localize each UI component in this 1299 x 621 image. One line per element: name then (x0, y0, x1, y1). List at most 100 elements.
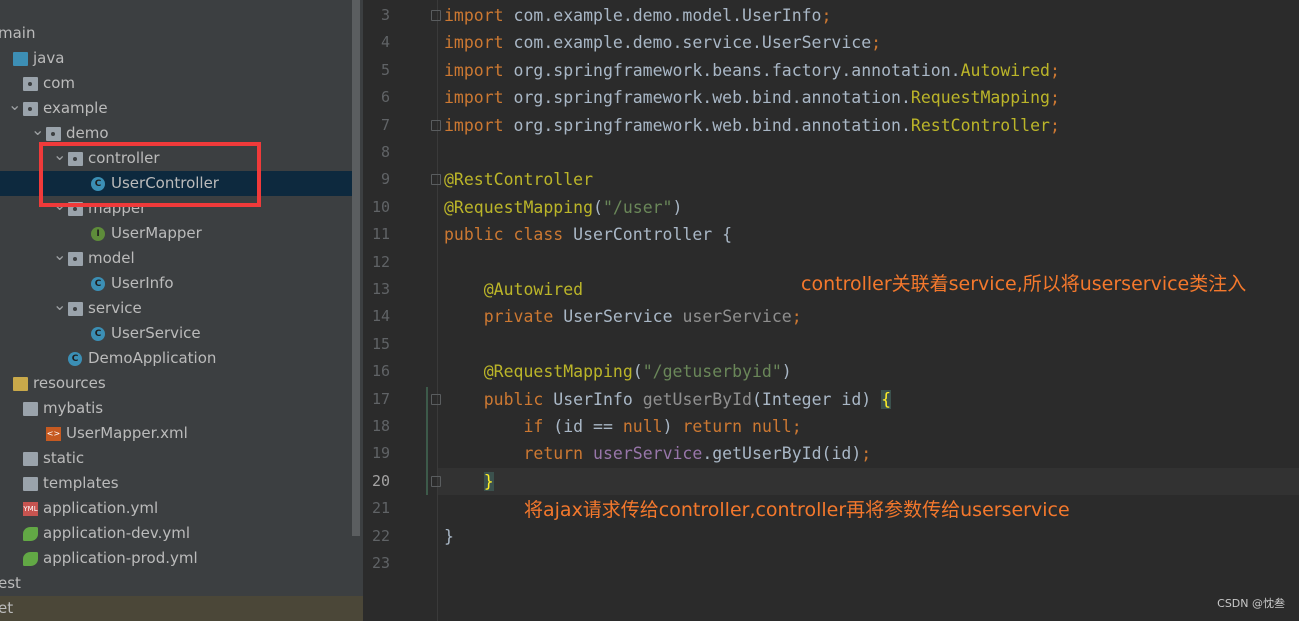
project-tree-scrollbar[interactable] (352, 0, 360, 536)
line-number: 23 (371, 554, 390, 572)
code-line[interactable]: @RequestMapping("/getuserbyid") (444, 358, 792, 385)
code-token: import (444, 115, 514, 135)
code-line[interactable]: @Autowired (444, 276, 583, 303)
tree-item-application-dev-yml[interactable]: application-dev.yml (0, 521, 352, 546)
code-line[interactable]: private UserService userService; (444, 303, 802, 330)
code-line[interactable]: import org.springframework.beans.factory… (444, 57, 1060, 84)
tree-item-et[interactable]: et (0, 596, 363, 621)
gutter-divider (437, 0, 438, 621)
code-token: @Autowired (483, 280, 584, 299)
chevron-down-icon[interactable]: ⌄ (53, 242, 66, 267)
annotation-note-ajax: 将ajax请求传给controller,controller再将参数传给user… (524, 499, 1070, 521)
spring-class-icon: C (68, 352, 82, 366)
line-number: 13 (371, 280, 390, 298)
code-token: import (444, 88, 514, 108)
code-token: com.example.demo.service.UserService (513, 33, 872, 53)
line-number: 7 (380, 115, 390, 134)
chevron-down-icon[interactable]: ⌄ (53, 292, 66, 317)
code-token: Autowired (960, 60, 1050, 80)
tree-item-demoapplication[interactable]: C DemoApplication (0, 346, 352, 371)
tree-item-label: service (88, 299, 142, 317)
tree-item-label: resources (33, 374, 106, 392)
tree-item-application-prod-yml[interactable]: application-prod.yml (0, 546, 352, 571)
tree-item-resources[interactable]: resources (0, 371, 352, 396)
code-line[interactable]: public class UserController { (444, 221, 732, 248)
project-tree-panel: main java com ⌄ example ⌄ demo ⌄ controller C User… (0, 0, 363, 621)
code-token: "/user" (602, 197, 673, 217)
package-icon (68, 302, 83, 316)
line-number: 22 (371, 526, 390, 545)
code-line[interactable]: import com.example.demo.model.UserInfo; (444, 2, 831, 29)
vcs-change-marker (426, 387, 428, 495)
tree-item-label: est (0, 574, 21, 592)
code-token: ( (593, 197, 603, 217)
resources-folder-icon (13, 377, 28, 391)
code-token: @RequestMapping (483, 362, 633, 382)
tree-item-service[interactable]: ⌄ service (0, 295, 352, 321)
fold-marker-icon[interactable] (431, 475, 441, 487)
interface-icon: I (91, 227, 105, 241)
code-line[interactable]: } (444, 523, 454, 550)
tree-item-label: application.yml (43, 499, 159, 517)
fold-marker-icon[interactable] (431, 10, 441, 21)
code-line[interactable]: import org.springframework.web.bind.anno… (444, 112, 1060, 139)
watermark: CSDN @忱叁 (1217, 597, 1285, 610)
package-icon (46, 127, 61, 141)
code-line[interactable]: } (444, 468, 494, 495)
tree-item-label: java (33, 49, 65, 67)
code-line[interactable]: import org.springframework.web.bind.anno… (444, 84, 1060, 111)
tree-item-com[interactable]: com (0, 71, 352, 96)
line-number: 9 (380, 170, 390, 189)
tree-item-example[interactable]: ⌄ example (0, 95, 352, 121)
code-token: ) (672, 197, 683, 217)
code-token: import (444, 60, 514, 80)
code-token: "/getuserbyid" (642, 362, 782, 382)
tree-item-static[interactable]: static (0, 446, 352, 471)
package-icon (23, 77, 38, 91)
package-icon (23, 102, 38, 116)
line-number: 10 (371, 197, 390, 216)
tree-item-usermapper-xml[interactable]: <> UserMapper.xml (0, 421, 352, 446)
fold-marker-icon[interactable] (431, 119, 441, 131)
code-token: ( (632, 362, 643, 382)
line-number: 19 (371, 444, 390, 463)
yml-icon: YML (23, 502, 38, 516)
tree-item-java[interactable]: java (0, 46, 352, 71)
tree-item-label: UserMapper.xml (66, 424, 188, 442)
tree-item-userservice[interactable]: C UserService (0, 321, 352, 346)
tree-item-label: com (43, 74, 76, 92)
code-token: org.springframework.beans.factory.annota… (513, 60, 961, 80)
chevron-down-icon[interactable]: ⌄ (8, 92, 21, 117)
code-line[interactable]: public UserInfo getUserById(Integer id) … (444, 386, 892, 413)
chevron-down-icon[interactable]: ⌄ (31, 117, 44, 142)
fold-marker-icon[interactable] (431, 393, 441, 405)
code-token: ; (861, 444, 872, 464)
code-token: UserInfo (553, 389, 643, 409)
highlight-box (39, 142, 261, 207)
class-icon: C (91, 277, 105, 291)
folder-icon (23, 402, 38, 416)
line-number: 4 (380, 33, 390, 52)
fold-marker-icon[interactable] (431, 174, 441, 186)
code-line[interactable]: return userService.getUserById(id); (444, 440, 871, 467)
tree-item-est[interactable]: est (0, 571, 352, 596)
tree-item-mybatis[interactable]: mybatis (0, 396, 352, 421)
tree-item-application-yml[interactable]: YML application.yml (0, 496, 352, 521)
tree-item-model[interactable]: ⌄ model (0, 245, 352, 271)
code-token: getUserById (642, 389, 752, 409)
tree-item-label: mybatis (43, 399, 104, 417)
spring-yml-icon (23, 552, 38, 566)
code-line[interactable]: if (id == null) return null; (444, 413, 801, 440)
tree-item-label: UserMapper (111, 224, 202, 242)
code-line[interactable]: @RestController (444, 166, 593, 193)
tree-item-main[interactable]: main (0, 21, 352, 46)
code-token: import (444, 6, 514, 25)
code-line[interactable]: import com.example.demo.service.UserServ… (444, 29, 881, 56)
tree-item-templates[interactable]: templates (0, 471, 352, 496)
code-line[interactable]: @RequestMapping("/user") (444, 194, 682, 221)
code-token: public (483, 389, 554, 409)
